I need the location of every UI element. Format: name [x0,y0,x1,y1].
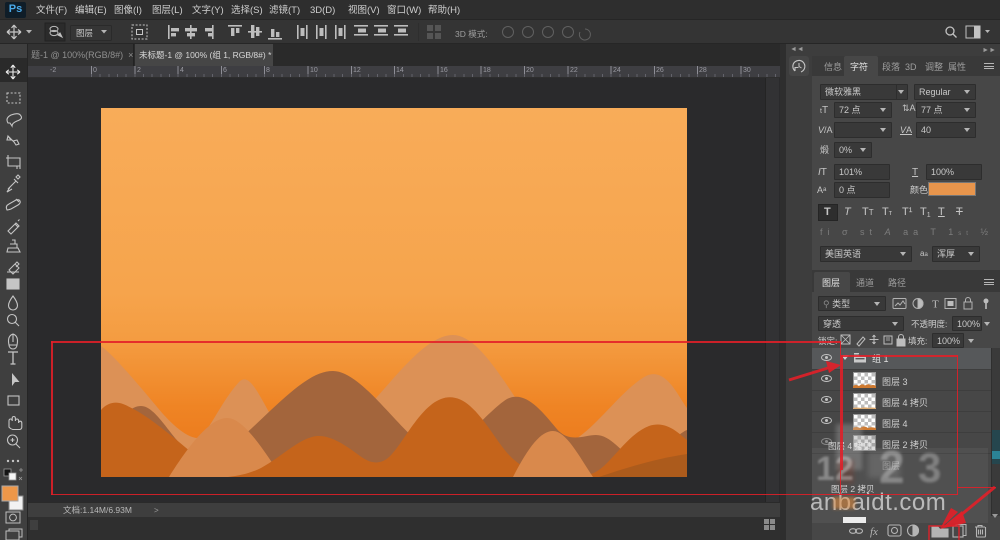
svg-text:T: T [932,299,939,311]
